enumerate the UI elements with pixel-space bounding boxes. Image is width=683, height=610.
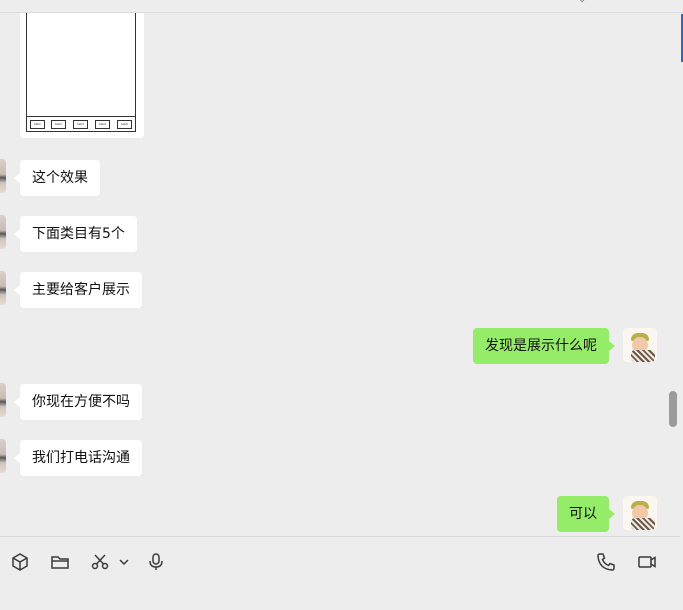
input-toolbar (0, 536, 680, 587)
message-bubble-incoming[interactable]: 我们打电话沟通 (14, 440, 142, 476)
phone-icon[interactable] (595, 551, 617, 573)
message-bubble-incoming[interactable]: 下面类目有5个 (14, 216, 137, 252)
contact-avatar[interactable] (0, 215, 6, 249)
phone-tab-button: tab3 (73, 120, 88, 129)
chat-scrollbar-thumb[interactable] (669, 391, 677, 427)
phone-tab-button: tab4 (95, 120, 110, 129)
message-bubble-outgoing[interactable]: 可以 (557, 496, 615, 532)
avatar-body (631, 350, 655, 362)
title-bar-edge: ⌄ (0, 0, 683, 13)
phone-mockup-image: tab1 tab2 tab3 tab4 tab5 (26, 13, 136, 132)
phone-tab-button: tab5 (117, 120, 132, 129)
folder-icon[interactable] (49, 551, 71, 573)
contact-avatar[interactable] (0, 159, 6, 193)
phone-tab-button: tab1 (30, 120, 45, 129)
message-bubble-incoming[interactable]: 这个效果 (14, 160, 100, 196)
message-bubble-incoming[interactable]: 你现在方便不吗 (14, 384, 142, 420)
cube-icon[interactable] (9, 551, 31, 573)
message-bubble-outgoing[interactable]: 发现是展示什么呢 (473, 328, 615, 364)
my-avatar[interactable] (623, 496, 657, 530)
message-bubble-incoming[interactable]: 主要给客户展示 (14, 272, 142, 308)
chevron-down-icon[interactable] (113, 551, 135, 573)
phone-tab-button: tab2 (51, 120, 66, 129)
contact-avatar[interactable] (0, 271, 6, 305)
phone-tab-bar: tab1 tab2 tab3 tab4 tab5 (27, 116, 135, 131)
contact-avatar[interactable] (0, 439, 6, 473)
avatar-body (631, 518, 655, 530)
microphone-icon[interactable] (145, 551, 167, 573)
chevron-down-icon[interactable]: ⌄ (578, 0, 586, 5)
contact-avatar[interactable] (0, 383, 6, 417)
scissors-icon[interactable] (89, 551, 111, 573)
image-message[interactable]: tab1 tab2 tab3 tab4 tab5 (20, 13, 144, 138)
my-avatar[interactable] (623, 328, 657, 362)
chat-message-list[interactable]: tab1 tab2 tab3 tab4 tab5 这个效果 下面类目有5个 主要… (0, 13, 680, 535)
video-camera-icon[interactable] (636, 551, 658, 573)
